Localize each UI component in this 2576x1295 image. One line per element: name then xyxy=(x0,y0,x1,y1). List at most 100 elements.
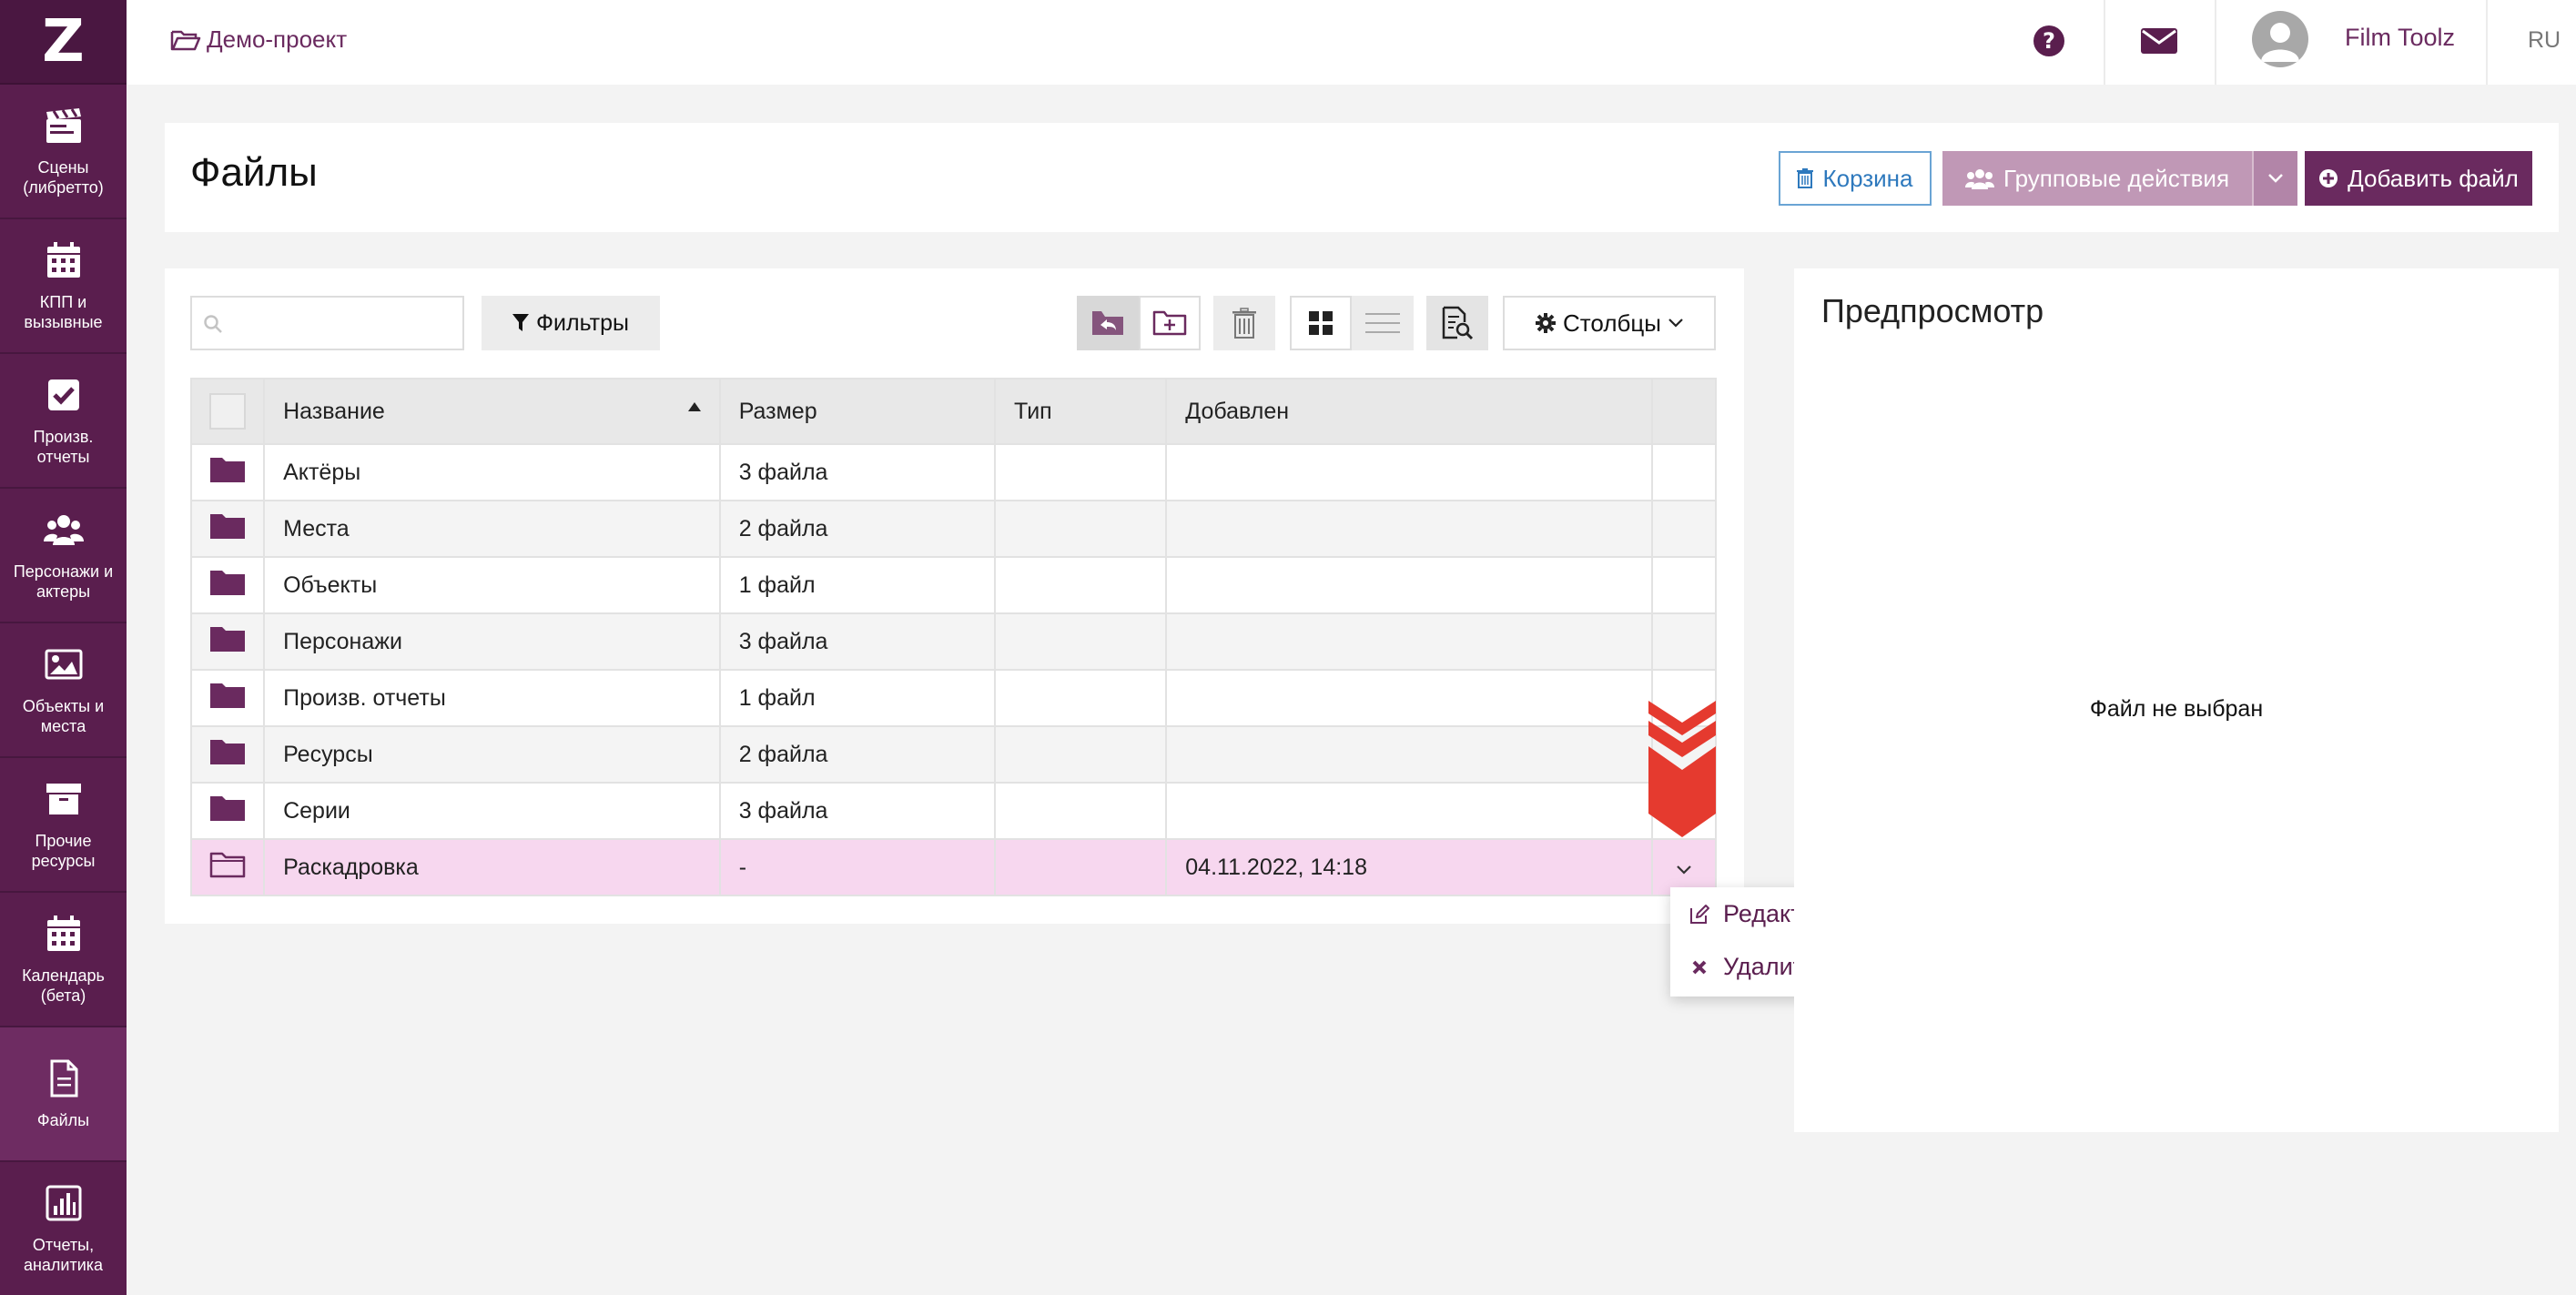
group-actions-dropdown-toggle[interactable] xyxy=(2252,151,2297,206)
column-header-type[interactable]: Тип xyxy=(994,378,1168,445)
table-row[interactable]: Объекты 1 файл xyxy=(189,556,1718,614)
row-added xyxy=(1165,556,1653,614)
row-added xyxy=(1165,500,1653,558)
row-icon-cell xyxy=(189,669,266,727)
preview-empty-message: Файл не выбран xyxy=(2089,696,2264,722)
app-logo[interactable]: Z xyxy=(0,0,127,85)
sidebar-item-analytics[interactable]: Отчеты, аналитика xyxy=(0,1162,127,1295)
divider xyxy=(2104,0,2105,85)
sidebar-item-label: Произв. отчеты xyxy=(33,428,94,466)
sidebar-item-label: Персонажи и актеры xyxy=(13,562,114,601)
list-icon xyxy=(1365,313,1400,333)
delete-button[interactable] xyxy=(1213,296,1275,350)
columns-label: Столбцы xyxy=(1563,309,1661,337)
select-all-checkbox[interactable] xyxy=(209,393,247,430)
column-header-size[interactable]: Размер xyxy=(718,378,997,445)
row-icon-cell xyxy=(189,725,266,784)
top-bar: Демо-проект ? Film Toolz RU xyxy=(127,0,2576,85)
row-size: 1 файл xyxy=(718,669,997,727)
row-icon-cell xyxy=(189,556,266,614)
row-size: 3 файла xyxy=(718,782,997,840)
column-header-added[interactable]: Добавлен xyxy=(1165,378,1653,445)
svg-text:?: ? xyxy=(2043,28,2055,54)
folder-icon xyxy=(210,626,246,652)
sidebar-item-characters[interactable]: Персонажи и актеры xyxy=(0,489,127,623)
new-folder-button[interactable] xyxy=(1139,296,1201,350)
list-view-button[interactable] xyxy=(1352,296,1414,350)
back-folder-button[interactable] xyxy=(1077,296,1139,350)
sidebar-item-label: Прочие ресурсы xyxy=(31,832,96,870)
folder-outline-icon xyxy=(209,852,246,877)
preview-toggle-button[interactable] xyxy=(1426,296,1488,350)
trash-icon xyxy=(1232,308,1256,339)
folder-icon xyxy=(210,457,246,482)
row-name: Серии xyxy=(263,782,721,840)
folder-icon xyxy=(210,513,246,539)
trash-button[interactable]: Корзина xyxy=(1779,151,1932,206)
column-header-label: Размер xyxy=(738,398,817,424)
trash-label: Корзина xyxy=(1822,164,1913,192)
filters-label: Фильтры xyxy=(536,309,629,336)
page-header: Файлы Корзина Групповые действия Добавит… xyxy=(165,123,2559,232)
sidebar-item-files[interactable]: Файлы xyxy=(0,1027,127,1162)
edit-icon xyxy=(1690,904,1709,924)
user-silhouette-icon xyxy=(2261,23,2299,62)
divider xyxy=(2215,0,2216,85)
language-switch[interactable]: RU xyxy=(2528,27,2561,54)
search-icon xyxy=(204,315,222,333)
project-breadcrumb[interactable]: Демо-проект xyxy=(170,25,347,54)
row-actions-cell xyxy=(1650,500,1718,558)
table-row[interactable]: Персонажи 3 файла xyxy=(189,612,1718,671)
file-icon xyxy=(50,1059,77,1098)
table-row-selected[interactable]: Раскадровка - 04.11.2022, 14:18 xyxy=(189,838,1718,896)
row-size: 2 файла xyxy=(718,500,997,558)
sidebar-item-reports[interactable]: Произв. отчеты xyxy=(0,354,127,489)
row-size: 1 файл xyxy=(718,556,997,614)
preview-title: Предпросмотр xyxy=(1821,292,2044,329)
sidebar-item-label: Календарь (бета) xyxy=(22,966,105,1005)
project-name: Демо-проект xyxy=(207,25,348,53)
user-name[interactable]: Film Toolz xyxy=(2345,24,2455,52)
sidebar: Z Сцены (либретто) КПП и вызывные Произв… xyxy=(0,0,127,1295)
sidebar-item-scenes[interactable]: Сцены (либретто) xyxy=(0,85,127,219)
table-row[interactable]: Актёры 3 файла xyxy=(189,443,1718,501)
folder-icon xyxy=(210,739,246,764)
sidebar-item-calendar[interactable]: Календарь (бета) xyxy=(0,893,127,1027)
table-row[interactable]: Места 2 файла xyxy=(189,500,1718,558)
row-actions-cell xyxy=(1650,443,1718,501)
sidebar-item-kpp[interactable]: КПП и вызывные xyxy=(0,219,127,354)
grid-view-button[interactable] xyxy=(1290,296,1352,350)
row-icon-cell xyxy=(189,443,266,501)
column-header-actions xyxy=(1650,378,1718,445)
plus-circle-icon xyxy=(2319,169,2338,187)
row-type xyxy=(994,725,1168,784)
row-type xyxy=(994,669,1168,727)
folder-icon xyxy=(210,570,246,595)
avatar[interactable] xyxy=(2252,11,2308,67)
row-added xyxy=(1165,782,1653,840)
row-size: 3 файла xyxy=(718,443,997,501)
sidebar-item-resources[interactable]: Прочие ресурсы xyxy=(0,758,127,893)
row-type xyxy=(994,443,1168,501)
table-row[interactable]: Ресурсы 2 файла xyxy=(189,725,1718,784)
row-added xyxy=(1165,669,1653,727)
files-table: Название Размер Тип Добавлен Актёры 3 фа… xyxy=(189,378,1718,896)
table-row[interactable]: Серии 3 файла xyxy=(189,782,1718,840)
row-icon-cell xyxy=(189,782,266,840)
columns-button[interactable]: Столбцы xyxy=(1503,296,1716,350)
group-actions-button[interactable]: Групповые действия xyxy=(1942,151,2252,206)
sidebar-item-objects[interactable]: Объекты и места xyxy=(0,623,127,758)
select-all-cell xyxy=(189,378,266,445)
sidebar-item-label: КПП и вызывные xyxy=(24,293,103,331)
envelope-icon[interactable] xyxy=(2140,25,2178,56)
column-header-name[interactable]: Название xyxy=(263,378,721,445)
search-input[interactable] xyxy=(190,296,464,350)
chevron-down-icon[interactable] xyxy=(1677,865,1691,875)
filters-button[interactable]: Фильтры xyxy=(482,296,660,350)
row-type xyxy=(994,556,1168,614)
help-icon[interactable]: ? xyxy=(2032,24,2066,58)
table-row[interactable]: Произв. отчеты 1 файл xyxy=(189,669,1718,727)
chevron-down-icon xyxy=(2268,174,2283,183)
add-file-button[interactable]: Добавить файл xyxy=(2305,151,2532,206)
row-actions-cell xyxy=(1650,556,1718,614)
